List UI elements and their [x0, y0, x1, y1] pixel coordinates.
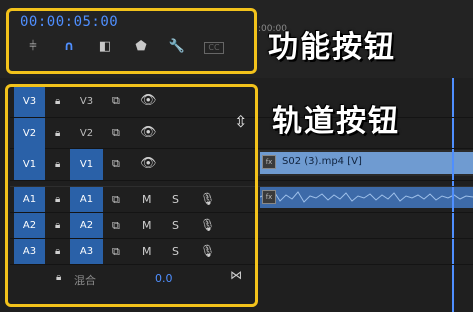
audio-waveform	[260, 191, 473, 203]
caption-function-buttons: 功能按钮	[268, 30, 396, 65]
track-buttons-highlight	[5, 84, 258, 307]
caption-track-buttons: 轨道按钮	[272, 104, 400, 139]
fx-badge-icon: fx	[262, 155, 276, 169]
fx-badge-icon: fx	[262, 190, 276, 204]
clip-name: S02 (3).mp4 [V]	[282, 156, 362, 167]
audio-clip[interactable]: fx	[260, 186, 473, 208]
function-buttons-highlight	[6, 8, 257, 74]
playhead-line[interactable]	[452, 78, 454, 312]
video-clip[interactable]: fx S02 (3).mp4 [V]	[260, 152, 473, 174]
